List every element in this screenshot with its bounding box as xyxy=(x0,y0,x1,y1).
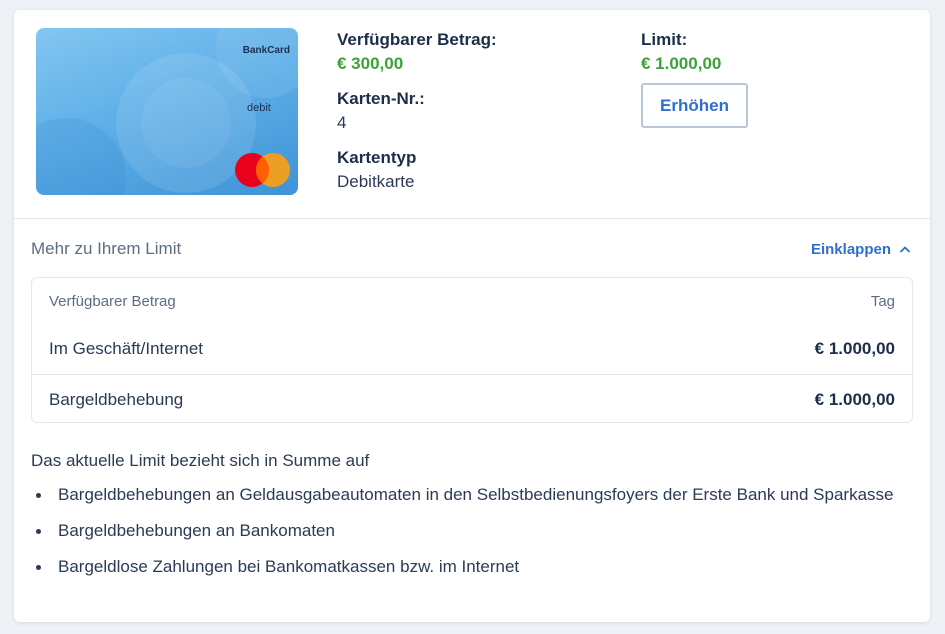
collapse-link[interactable]: Einklappen xyxy=(811,241,911,258)
table-row: Bargeldbehebung € 1.000,00 xyxy=(32,374,912,424)
available-amount-value: € 300,00 xyxy=(337,54,404,73)
limit-value: € 1.000,00 xyxy=(641,54,722,73)
limit-note: Das aktuelle Limit bezieht sich in Summe… xyxy=(31,451,370,470)
limit-label: Limit: xyxy=(641,30,688,49)
card-info-column: Verfügbarer Betrag: € 300,00 Karten-Nr.:… xyxy=(337,28,497,195)
row-value: € 1.000,00 xyxy=(814,389,895,409)
card-summary: BankCard debit Verfügbarer Betrag: € 300… xyxy=(14,10,930,219)
card-type-label: debit xyxy=(247,102,271,114)
card-brand-label: BankCard xyxy=(242,45,290,56)
limit-table-header: Verfügbarer Betrag Tag xyxy=(32,278,912,324)
list-item: Bargeldbehebungen an Bankomaten xyxy=(31,518,911,544)
limit-section-header: Mehr zu Ihrem Limit Einklappen xyxy=(31,237,911,261)
list-item: Bargeldlose Zahlungen bei Bankomatkassen… xyxy=(31,554,911,580)
limit-section-title: Mehr zu Ihrem Limit xyxy=(31,239,182,258)
card-type-title: Kartentyp xyxy=(337,148,417,167)
mastercard-icon xyxy=(235,153,290,187)
header-available-amount: Verfügbarer Betrag xyxy=(49,292,176,310)
list-item: Bargeldbehebungen an Geldausgabeautomate… xyxy=(31,482,911,508)
collapse-label: Einklappen xyxy=(810,240,891,258)
limit-bullet-list: Bargeldbehebungen an Geldausgabeautomate… xyxy=(31,482,911,590)
card-number-value: 4 xyxy=(337,113,347,132)
row-value: € 1.000,00 xyxy=(814,339,895,358)
bank-card-image: BankCard debit xyxy=(36,28,298,195)
card-type-value: Debitkarte xyxy=(337,172,415,191)
limit-table: Verfügbarer Betrag Tag Im Geschäft/Inter… xyxy=(31,277,913,423)
header-day: Tag xyxy=(870,292,895,310)
raise-limit-button[interactable]: Erhöhen xyxy=(641,83,748,128)
row-label: Bargeldbehebung xyxy=(49,389,184,409)
limit-column: Limit: € 1.000,00 xyxy=(641,28,721,77)
card-number-label: Karten-Nr.: xyxy=(337,89,425,108)
chevron-up-icon xyxy=(900,246,910,253)
table-row: Im Geschäft/Internet € 1.000,00 xyxy=(32,324,912,374)
available-amount-label: Verfügbarer Betrag: xyxy=(337,30,497,49)
card-details-panel: BankCard debit Verfügbarer Betrag: € 300… xyxy=(14,10,930,622)
row-label: Im Geschäft/Internet xyxy=(49,339,204,358)
